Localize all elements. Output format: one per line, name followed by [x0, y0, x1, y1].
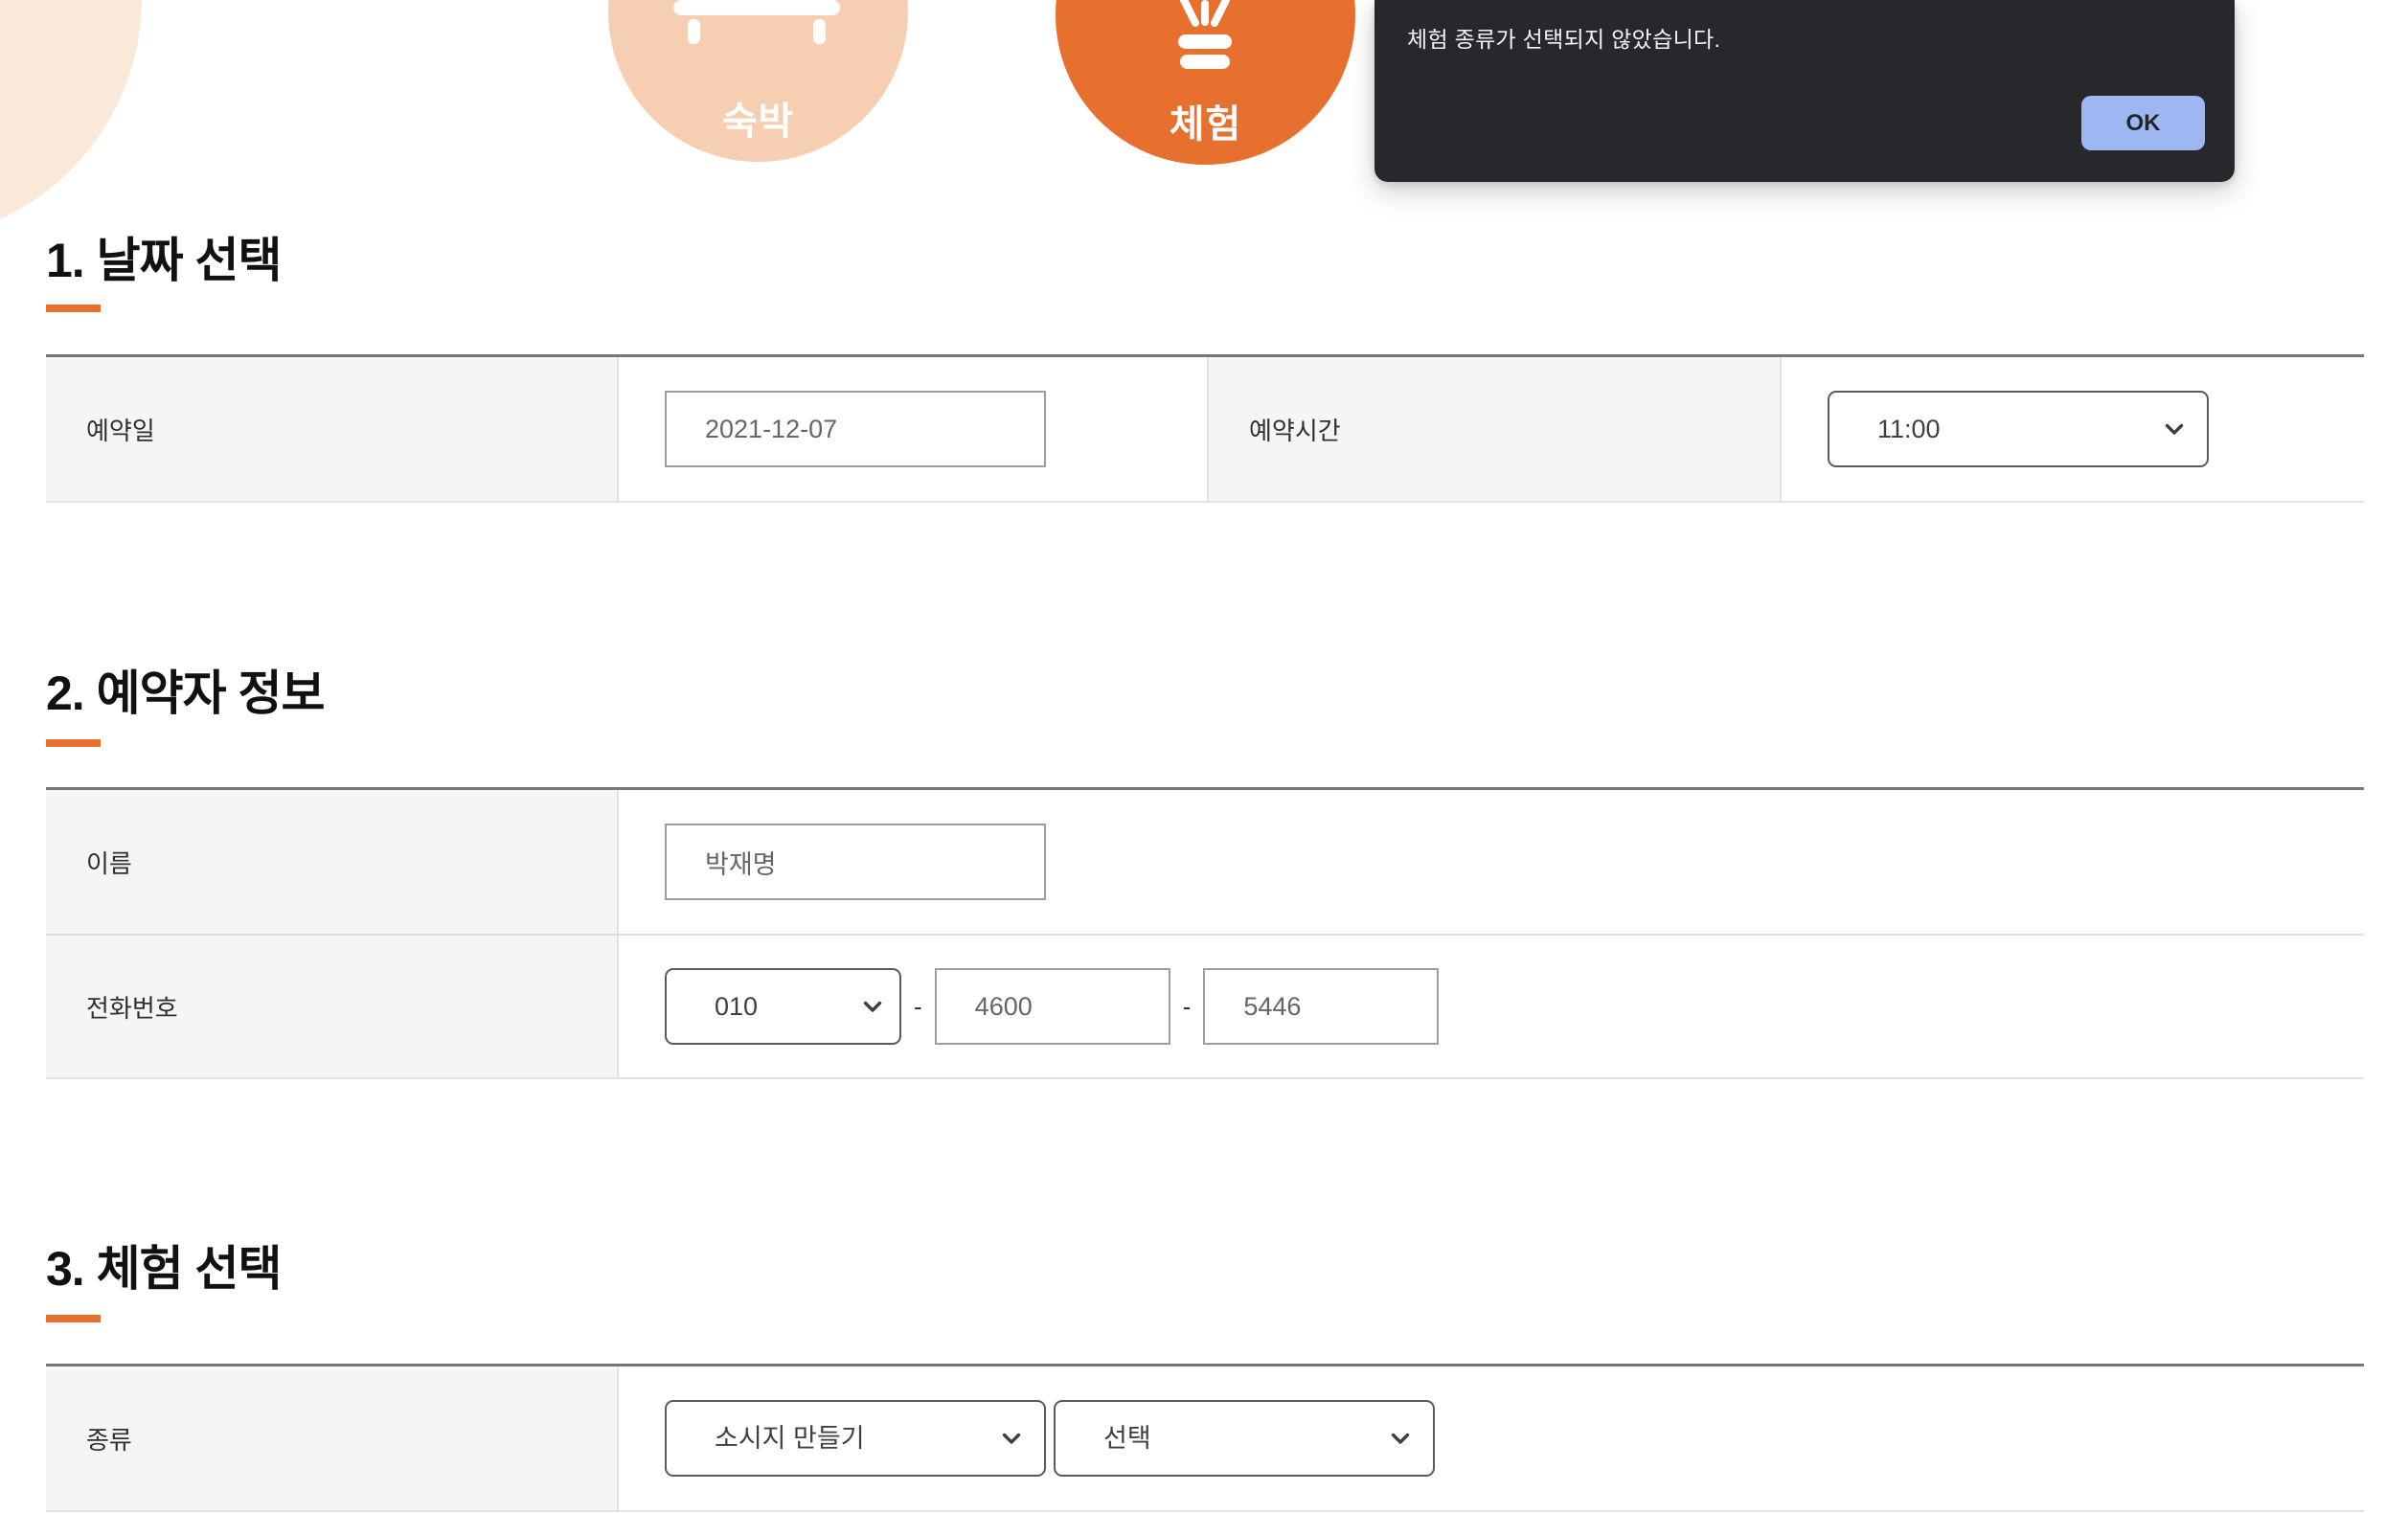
category-circle-lodging[interactable]: 숙박: [608, 0, 908, 162]
phone-separator: -: [914, 991, 922, 1021]
phone-prefix-select[interactable]: 010: [665, 968, 901, 1045]
ok-button[interactable]: OK: [2081, 96, 2205, 150]
phone-mid-input[interactable]: [934, 968, 1170, 1045]
phone-label: 전화번호: [46, 936, 619, 1077]
reservation-time-select[interactable]: 11:00: [1828, 391, 2209, 467]
reservation-date-label: 예약일: [46, 357, 619, 501]
lamp-icon: [1178, 0, 1232, 69]
reservation-time-cell: 11:00: [1782, 357, 2364, 501]
section-1-underline: [46, 305, 101, 312]
reservation-page: 숙박 체험 체험 종류가 선택되지 않았습니다. OK 1. 날짜 선택 예약일…: [0, 0, 2408, 1513]
experience-kind-label: 종류: [46, 1366, 619, 1510]
reservation-time-label: 예약시간: [1209, 357, 1782, 501]
alert-message: 체험 종류가 선택되지 않았습니다.: [1407, 27, 1721, 52]
table-row: 종류 소시지 만들기 선택: [46, 1366, 2364, 1510]
category-label-lodging: 숙박: [721, 101, 795, 143]
name-label: 이름: [46, 790, 619, 934]
section-3-title: 3. 체험 선택: [46, 1242, 282, 1296]
phone-last-input[interactable]: [1203, 968, 1440, 1045]
name-cell: [619, 790, 2364, 934]
section-3-underline: [46, 1315, 101, 1322]
experience-option-select[interactable]: 선택: [1054, 1400, 1435, 1477]
name-input[interactable]: [665, 824, 1046, 900]
table-row: 이름: [46, 790, 2364, 934]
phone-separator: -: [1182, 991, 1192, 1021]
category-circle-experience[interactable]: 체험: [1056, 0, 1355, 165]
table-row: 전화번호 010 - -: [46, 934, 2364, 1077]
category-label-experience: 체험: [1169, 103, 1242, 146]
table-row: 예약일 예약시간 11:00: [46, 357, 2364, 501]
reserver-info-table: 이름 전화번호 010 - -: [46, 787, 2364, 1079]
alert-dialog: 체험 종류가 선택되지 않았습니다. OK: [1374, 0, 2235, 182]
section-2-title: 2. 예약자 정보: [46, 666, 325, 720]
reservation-date-input[interactable]: [665, 391, 1046, 467]
section-1-title: 1. 날짜 선택: [46, 234, 282, 287]
date-selection-table: 예약일 예약시간 11:00: [46, 354, 2364, 503]
experience-kind-select[interactable]: 소시지 만들기: [665, 1400, 1046, 1477]
reservation-date-cell: [619, 357, 1209, 501]
experience-selection-table: 종류 소시지 만들기 선택: [46, 1364, 2364, 1512]
decorative-ring: [0, 0, 142, 241]
experience-kind-cell: 소시지 만들기 선택: [619, 1366, 2364, 1510]
section-2-underline: [46, 739, 101, 747]
phone-cell: 010 - -: [619, 936, 2364, 1077]
bed-icon: [673, 0, 840, 44]
